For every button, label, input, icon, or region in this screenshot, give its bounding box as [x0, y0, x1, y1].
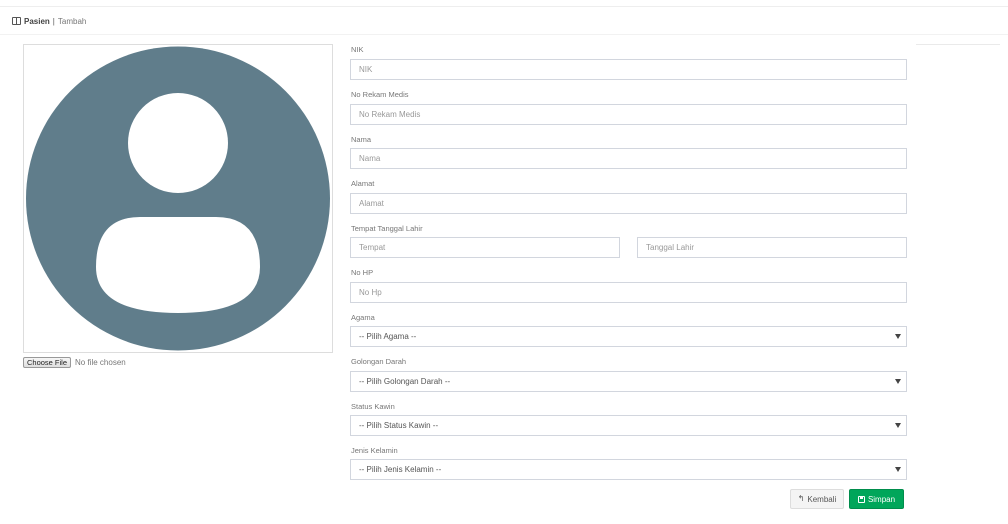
caret-down-icon [895, 334, 901, 339]
golongan-darah-selected: -- Pilih Golongan Darah -- [359, 377, 451, 386]
save-button[interactable]: Simpan [849, 489, 904, 509]
nama-placeholder: Nama [359, 154, 381, 163]
status-kawin-select[interactable]: -- Pilih Status Kawin -- [350, 415, 907, 436]
nama-input[interactable]: Nama [350, 148, 907, 169]
agama-select[interactable]: -- Pilih Agama -- [350, 326, 907, 347]
nama-label: Nama [351, 135, 372, 144]
rekam-medis-label: No Rekam Medis [351, 90, 409, 99]
tempat-input[interactable]: Tempat [350, 237, 620, 258]
photo-preview [23, 44, 333, 353]
nik-placeholder: NIK [359, 65, 373, 74]
caret-down-icon [895, 423, 901, 428]
status-kawin-label: Status Kawin [351, 402, 395, 411]
header-divider [0, 34, 1008, 35]
no-hp-input[interactable]: No Hp [350, 282, 907, 303]
nik-label: NIK [351, 45, 364, 54]
golongan-darah-label: Golongan Darah [351, 357, 407, 366]
choose-file-button[interactable]: Choose File [23, 356, 72, 368]
breadcrumb-current: Pasien [24, 16, 50, 26]
caret-down-icon [895, 379, 901, 384]
alamat-input[interactable]: Alamat [350, 193, 907, 214]
back-button-label: Kembali [807, 494, 837, 504]
tanggal-lahir-input[interactable]: Tanggal Lahir [637, 237, 907, 258]
breadcrumb: Pasien | Tambah [12, 14, 86, 28]
jenis-kelamin-selected: -- Pilih Jenis Kelamin -- [359, 465, 442, 474]
tanggal-lahir-placeholder: Tanggal Lahir [646, 243, 695, 252]
rekam-medis-input[interactable]: No Rekam Medis [350, 104, 907, 125]
status-kawin-selected: -- Pilih Status Kawin -- [359, 421, 439, 430]
ttl-label: Tempat Tanggal Lahir [351, 224, 423, 233]
agama-selected: -- Pilih Agama -- [359, 332, 417, 341]
reply-icon: ↰ [797, 494, 805, 503]
table-icon [12, 17, 21, 25]
tempat-placeholder: Tempat [359, 243, 386, 252]
floppy-disk-icon [857, 495, 865, 503]
caret-down-icon [895, 467, 901, 472]
user-avatar-icon [26, 46, 330, 351]
right-divider [916, 44, 1000, 45]
nik-input[interactable]: NIK [350, 59, 907, 80]
back-button[interactable]: ↰ Kembali [790, 489, 844, 509]
jenis-kelamin-select[interactable]: -- Pilih Jenis Kelamin -- [350, 459, 907, 480]
save-button-label: Simpan [867, 494, 896, 504]
golongan-darah-select[interactable]: -- Pilih Golongan Darah -- [350, 371, 907, 392]
breadcrumb-separator: | [52, 16, 55, 26]
alamat-label: Alamat [351, 179, 375, 188]
photo-file-input[interactable]: Choose File No file chosen [23, 356, 126, 368]
jenis-kelamin-label: Jenis Kelamin [351, 446, 398, 455]
rekam-medis-placeholder: No Rekam Medis [359, 110, 421, 119]
no-hp-label: No HP [351, 268, 374, 277]
agama-label: Agama [351, 313, 375, 322]
file-status: No file chosen [75, 357, 126, 367]
alamat-placeholder: Alamat [359, 199, 384, 208]
no-hp-placeholder: No Hp [359, 288, 382, 297]
top-border [0, 6, 1008, 7]
breadcrumb-sub: Tambah [57, 16, 87, 26]
